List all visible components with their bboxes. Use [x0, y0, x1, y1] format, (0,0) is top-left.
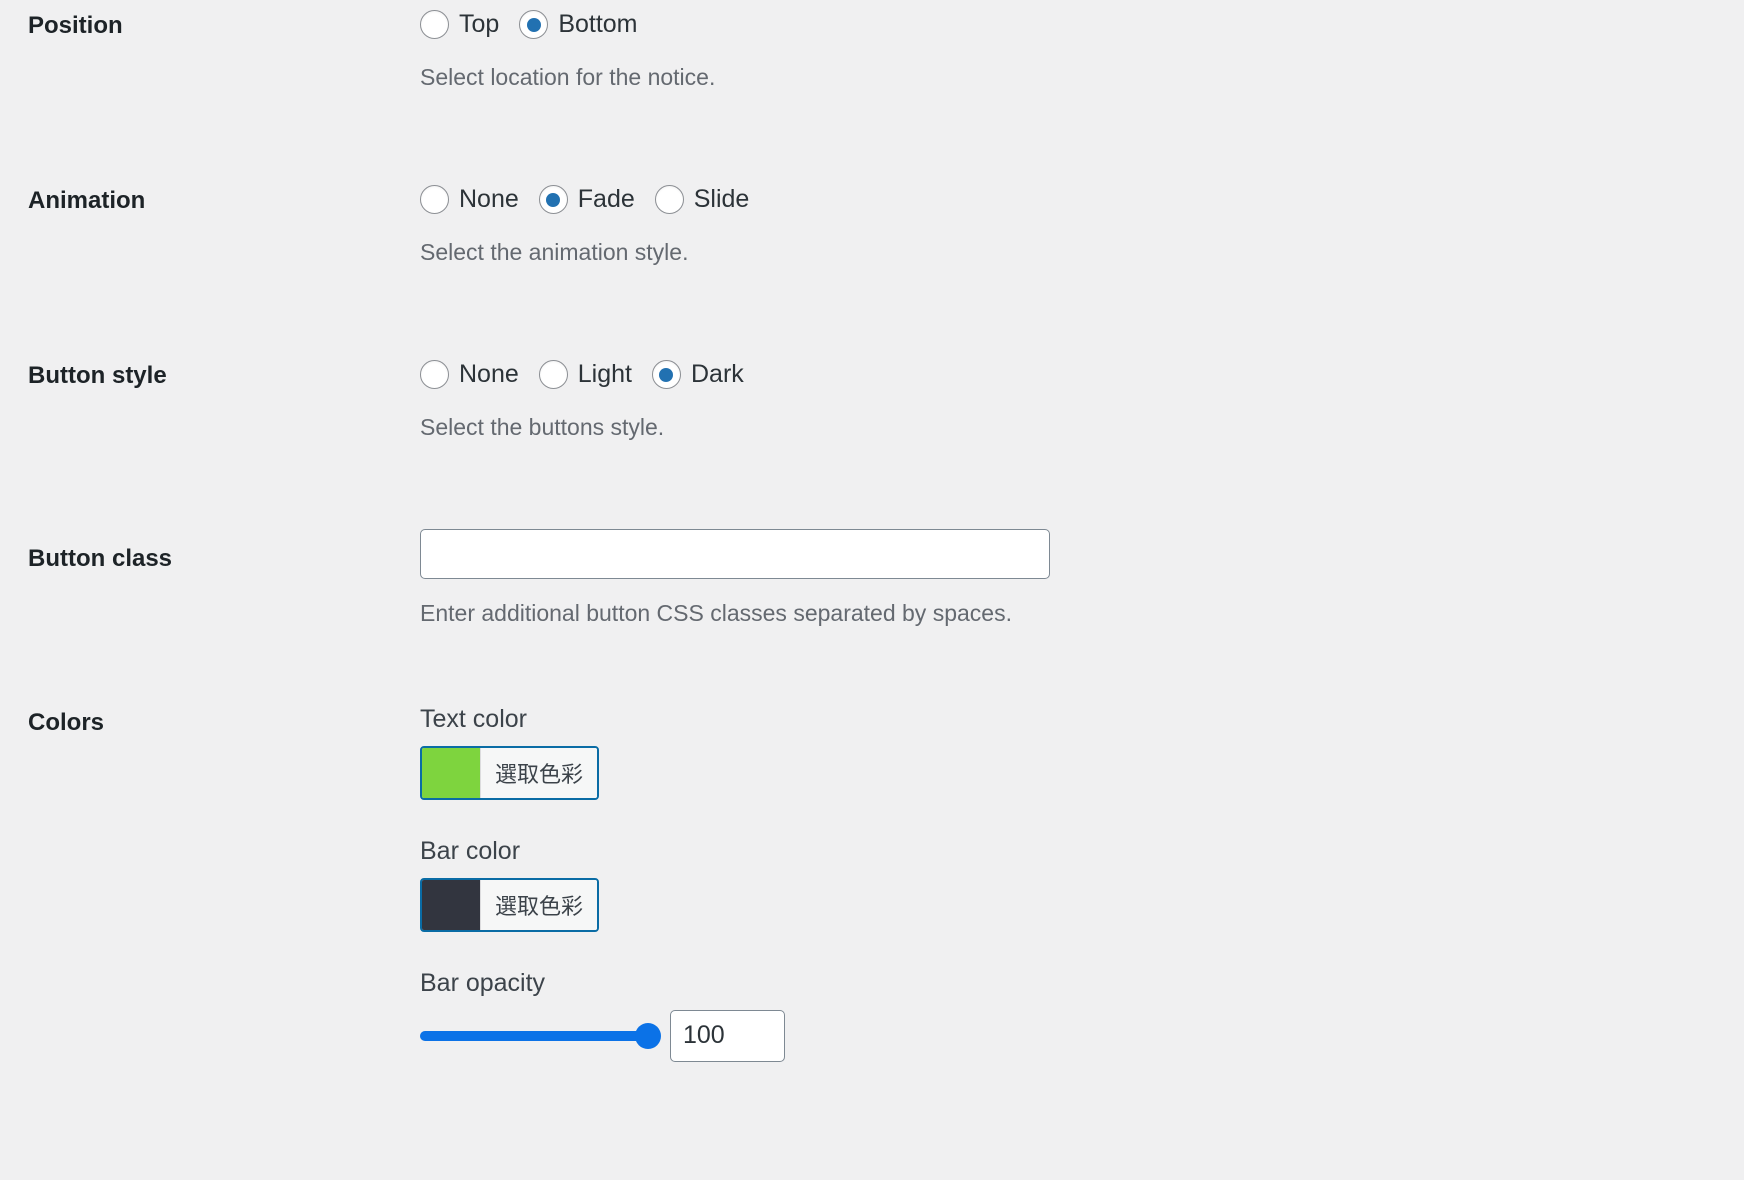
radio-option-style-dark[interactable]: Dark: [651, 360, 744, 390]
bar-color-picker-button[interactable]: 選取色彩: [420, 877, 600, 932]
radio-icon-top[interactable]: [420, 10, 449, 39]
description-position: Select location for the notice.: [420, 64, 716, 90]
radio-group-button-style: None Light Dark: [420, 360, 1714, 390]
radio-icon-none[interactable]: [420, 185, 449, 215]
row-field-position: Top Bottom Select location for the notic…: [420, 10, 1744, 93]
row-field-animation: None Fade Slide Select the animation sty…: [420, 185, 1744, 268]
row-label-button-style: Button style: [28, 362, 167, 390]
radio-label-style-dark: Dark: [690, 360, 744, 389]
row-field-colors: Text color 選取色彩 Bar color 選取色彩 Bar opaci…: [420, 704, 1744, 1062]
color-block-bar-opacity: Bar opacity: [420, 968, 1714, 1062]
bar-opacity-control: [420, 1009, 1714, 1062]
slider-fill: [420, 1030, 648, 1041]
description-button-style: Select the buttons style.: [420, 414, 665, 441]
radio-label-style-none: None: [459, 360, 519, 389]
color-block-text-color: Text color 選取色彩: [420, 704, 1714, 803]
radio-icon-fade[interactable]: [538, 185, 568, 215]
radio-label-fade: Fade: [577, 185, 635, 214]
text-color-swatch[interactable]: [422, 747, 480, 798]
button-class-input[interactable]: [420, 528, 1050, 579]
radio-option-animation-none[interactable]: None: [420, 185, 519, 215]
form-row-button-class: Button class Enter additional button CSS…: [0, 444, 1744, 629]
radio-group-animation: None Fade Slide: [420, 185, 1714, 215]
label-bar-opacity: Bar opacity: [420, 968, 546, 997]
settings-form: Position Top Bottom Select location for …: [0, 0, 1744, 1062]
row-label-colors: Colors: [28, 708, 105, 736]
form-row-button-style: Button style None Light Dark Select the …: [0, 268, 1744, 443]
radio-group-position: Top Bottom: [420, 10, 1714, 39]
row-label-button-class: Button class: [28, 544, 173, 572]
radio-icon-style-dark[interactable]: [651, 360, 681, 390]
radio-label-top: Top: [459, 10, 500, 38]
label-text-color: Text color: [420, 704, 527, 733]
radio-option-style-none[interactable]: None: [420, 360, 519, 390]
radio-icon-style-none[interactable]: [420, 360, 449, 390]
description-animation: Select the animation style.: [420, 239, 689, 266]
radio-label-slide: Slide: [693, 185, 750, 214]
slider-thumb[interactable]: [635, 1022, 661, 1049]
row-label-position: Position: [28, 12, 123, 39]
bar-opacity-number-input[interactable]: [670, 1009, 785, 1062]
label-bar-color: Bar color: [420, 836, 521, 865]
radio-label-none: None: [459, 185, 519, 214]
form-row-position: Position Top Bottom Select location for …: [0, 0, 1744, 93]
form-row-colors: Colors Text color 選取色彩 Bar color 選取色彩 Ba…: [0, 629, 1744, 1062]
bar-opacity-slider[interactable]: [420, 1022, 661, 1049]
form-row-animation: Animation None Fade Slide Select the ani…: [0, 93, 1744, 268]
color-block-bar-color: Bar color 選取色彩: [420, 836, 1714, 935]
radio-option-animation-fade[interactable]: Fade: [538, 185, 635, 215]
text-color-picker-button[interactable]: 選取色彩: [420, 745, 600, 800]
row-label-animation: Animation: [28, 187, 146, 215]
radio-option-style-light[interactable]: Light: [538, 360, 632, 390]
radio-icon-style-light[interactable]: [538, 360, 568, 390]
row-field-button-class: Enter additional button CSS classes sepa…: [420, 528, 1744, 629]
radio-icon-bottom[interactable]: [519, 10, 549, 39]
radio-option-position-top[interactable]: Top: [420, 10, 499, 39]
text-color-picker-label: 選取色彩: [480, 747, 598, 798]
description-button-class: Enter additional button CSS classes sepa…: [420, 599, 1012, 626]
radio-option-position-bottom[interactable]: Bottom: [519, 10, 638, 39]
radio-label-style-light: Light: [577, 360, 632, 389]
radio-icon-slide[interactable]: [654, 185, 684, 215]
radio-label-bottom: Bottom: [558, 10, 638, 38]
row-field-button-style: None Light Dark Select the buttons style…: [420, 360, 1744, 443]
bar-color-swatch[interactable]: [422, 879, 480, 930]
bar-color-picker-label: 選取色彩: [480, 879, 598, 930]
radio-option-animation-slide[interactable]: Slide: [654, 185, 750, 215]
